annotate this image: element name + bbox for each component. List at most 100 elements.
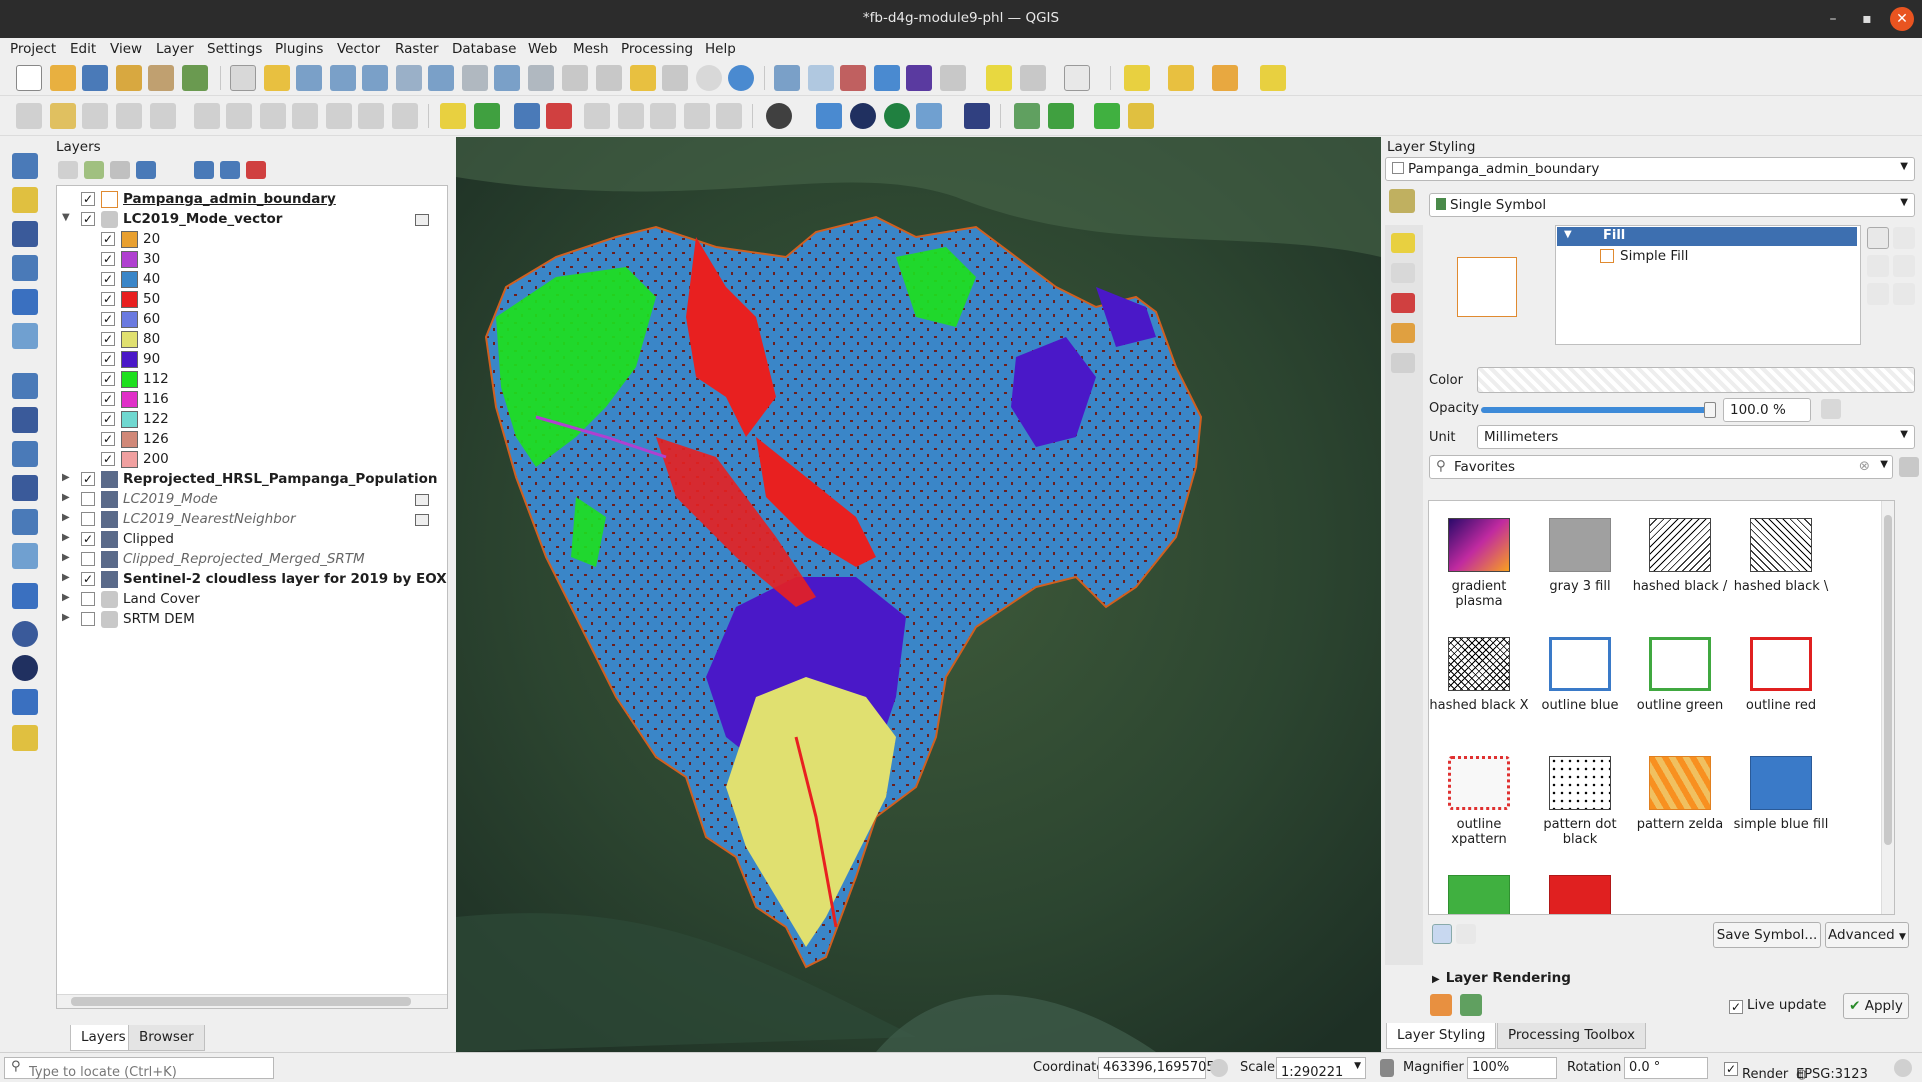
layer-checkbox[interactable] [81,512,95,526]
class-checkbox[interactable]: ✓ [101,292,115,306]
statistics-icon[interactable] [906,65,932,91]
menu-settings[interactable]: Settings [207,41,262,57]
layer-rendering-section[interactable]: ▶ Layer Rendering [1432,970,1571,986]
redo-icon[interactable] [392,103,418,129]
symbol-item[interactable]: outline blue [1530,637,1630,713]
layer-checkbox[interactable] [81,552,95,566]
symbol-item[interactable]: outline xpattern [1429,756,1529,847]
undo-icon[interactable] [358,103,384,129]
duplicate-icon[interactable] [1867,283,1889,305]
opacity-slider[interactable] [1481,402,1716,418]
pan-map-icon[interactable] [230,65,256,91]
menu-mesh[interactable]: Mesh [573,41,609,57]
expand-all-icon[interactable] [194,161,214,179]
open-styling-icon[interactable] [58,161,78,179]
scale-field[interactable]: 1:290221 ▼ [1276,1057,1366,1080]
3d-view-tab-icon[interactable] [1391,293,1415,313]
layer-checkbox[interactable]: ✓ [81,472,95,486]
rotation-field[interactable]: 0.0 ° [1624,1057,1708,1079]
delete-selected-icon[interactable] [226,103,252,129]
symbol-tree-fill-row[interactable]: Fill [1557,227,1857,246]
messages-icon[interactable] [1894,1059,1912,1077]
expand-arrow-icon[interactable]: ▶ [62,592,70,603]
semi-auto-classification-icon[interactable] [1128,103,1154,129]
expand-arrow-icon[interactable]: ▶ [62,572,70,583]
add-group-icon[interactable] [84,161,104,179]
layer-row[interactable]: ▶ LC2019_Mode [57,490,447,509]
add-oracle-icon[interactable] [12,543,38,569]
class-checkbox[interactable]: ✓ [101,452,115,466]
refresh-icon[interactable] [728,65,754,91]
symbology-tab-icon[interactable] [1389,189,1415,213]
zoom-full-icon[interactable] [362,65,388,91]
scrollbar-handle[interactable] [1884,515,1892,845]
rotate-label-icon[interactable] [650,103,676,129]
symbol-item[interactable]: outline red [1731,637,1831,713]
icon-view-icon[interactable] [1432,924,1452,944]
expand-arrow-icon[interactable]: ▶ [62,612,70,623]
new-map-view-icon[interactable] [562,65,588,91]
layer-checkbox[interactable] [81,592,95,606]
change-label-icon[interactable] [684,103,710,129]
symbol-item[interactable]: gradient plasma [1429,518,1529,609]
new-print-layout-icon[interactable] [116,65,142,91]
symbol-tree-simple-fill-row[interactable]: Simple Fill [1600,248,1688,264]
add-arcgis-icon[interactable] [12,689,38,715]
class-checkbox[interactable]: ✓ [101,412,115,426]
move-up-icon[interactable] [1893,227,1915,249]
menu-help[interactable]: Help [705,41,736,57]
add-delimited-text-icon[interactable] [12,323,38,349]
add-postgis-icon[interactable] [12,475,38,501]
expand-arrow-icon[interactable]: ▶ [62,532,70,543]
menu-edit[interactable]: Edit [70,41,96,57]
attribute-table-icon[interactable] [808,65,834,91]
toggle-editing-icon[interactable] [50,103,76,129]
layer-row[interactable]: ▶ SRTM DEM [57,610,447,629]
lock-icon[interactable] [1893,283,1915,305]
slider-handle[interactable] [1704,402,1716,418]
legend-class-row[interactable]: ✓ 30 [57,250,447,269]
help-icon[interactable] [964,103,990,129]
new-project-icon[interactable] [16,65,42,91]
menu-project[interactable]: Project [10,41,56,57]
manage-themes-icon[interactable] [110,161,130,179]
zoom-native-icon[interactable] [462,65,488,91]
layer-checkbox[interactable]: ✓ [81,212,95,226]
modify-attributes-icon[interactable] [194,103,220,129]
select-options-icon[interactable] [1020,65,1046,91]
menu-database[interactable]: Database [452,41,516,57]
save-symbol-button[interactable]: Save Symbol... [1713,922,1821,948]
save-project-icon[interactable] [82,65,108,91]
style-manager-icon[interactable] [1899,457,1919,477]
expand-arrow-icon[interactable]: ▶ [62,492,70,503]
layer-select[interactable]: Pampanga_admin_boundary ▼ [1385,157,1915,181]
diagram-tool-icon[interactable] [474,103,500,129]
add-symbol-layer-icon[interactable] [1867,227,1889,249]
checkbox[interactable]: ✓ [1724,1062,1738,1076]
layer-row[interactable]: ▶ ✓ Sentinel-2 cloudless layer for 2019 … [57,570,447,589]
symbol-item[interactable] [1429,875,1529,914]
georeferencer-icon[interactable] [916,103,942,129]
paste-features-icon[interactable] [326,103,352,129]
add-virtual-layer-icon[interactable] [12,441,38,467]
legend-class-row[interactable]: ✓ 200 [57,450,447,469]
symbol-item[interactable]: pattern zelda [1630,756,1730,832]
undo-style-icon[interactable] [1430,994,1452,1016]
filter-legend-icon[interactable] [136,161,156,179]
legend-class-row[interactable]: ✓ 20 [57,230,447,249]
text-annotation-icon[interactable] [1064,65,1090,91]
add-spatialite-icon[interactable] [12,407,38,433]
new-3d-view-icon[interactable] [596,65,622,91]
locator-input[interactable]: ⚲ Type to locate (Ctrl+K) [4,1057,274,1080]
legend-class-row[interactable]: ✓ 126 [57,430,447,449]
symbol-item[interactable] [1530,875,1630,914]
move-down-icon[interactable] [1893,255,1915,277]
add-geopackage-icon[interactable] [12,373,38,399]
legend-class-row[interactable]: ✓ 60 [57,310,447,329]
add-wms-icon[interactable] [12,583,38,609]
symbol-item[interactable]: gray 3 fill [1530,518,1630,594]
embedded-indicator-icon[interactable] [415,494,429,506]
save-edits-icon[interactable] [82,103,108,129]
symbol-item[interactable]: pattern dot black [1530,756,1630,847]
pan-to-selection-icon[interactable] [264,65,290,91]
